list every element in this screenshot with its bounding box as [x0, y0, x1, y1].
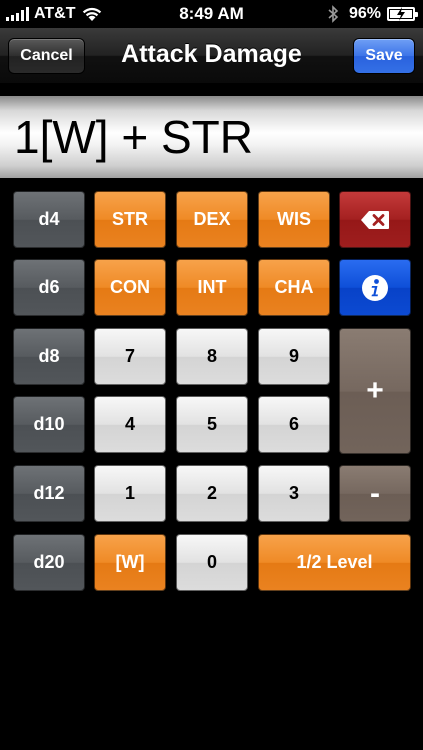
- digit-8-button[interactable]: 8: [176, 328, 248, 385]
- die-d4-button[interactable]: d4: [13, 191, 85, 248]
- minus-button[interactable]: -: [339, 465, 411, 522]
- die-d10-button[interactable]: d10: [13, 396, 85, 453]
- backspace-button[interactable]: [339, 191, 411, 248]
- die-d20-button[interactable]: d20: [13, 534, 85, 591]
- stat-dex-button[interactable]: DEX: [176, 191, 248, 248]
- stat-str-button[interactable]: STR: [94, 191, 166, 248]
- digit-4-button[interactable]: 4: [94, 396, 166, 453]
- backspace-icon: [361, 210, 389, 229]
- status-bar: AT&T 8:49 AM 96%: [0, 0, 423, 28]
- digit-2-button[interactable]: 2: [176, 465, 248, 522]
- battery-icon: [387, 7, 418, 21]
- digit-6-button[interactable]: 6: [258, 396, 330, 453]
- expression-display: 1[W] + STR: [0, 96, 423, 178]
- plus-button[interactable]: +: [339, 328, 411, 454]
- stat-con-button[interactable]: CON: [94, 259, 166, 316]
- digit-5-button[interactable]: 5: [176, 396, 248, 453]
- digit-7-button[interactable]: 7: [94, 328, 166, 385]
- battery-percent: 96%: [348, 5, 381, 22]
- info-button[interactable]: [339, 259, 411, 316]
- expression-text: 1[W] + STR: [14, 111, 253, 163]
- bluetooth-icon: [328, 5, 339, 23]
- status-right: 96%: [327, 4, 418, 24]
- stat-wis-button[interactable]: WIS: [258, 191, 330, 248]
- digit-3-button[interactable]: 3: [258, 465, 330, 522]
- die-d6-button[interactable]: d6: [13, 259, 85, 316]
- stat-int-button[interactable]: INT: [176, 259, 248, 316]
- digit-9-button[interactable]: 9: [258, 328, 330, 385]
- weapon-button[interactable]: [W]: [94, 534, 166, 591]
- info-icon: [362, 274, 388, 301]
- save-button[interactable]: Save: [353, 38, 415, 74]
- navigation-bar: Cancel Attack Damage Save: [0, 28, 423, 84]
- digit-0-button[interactable]: 0: [176, 534, 248, 591]
- die-d12-button[interactable]: d12: [13, 465, 85, 522]
- die-d8-button[interactable]: d8: [13, 328, 85, 385]
- half-level-button[interactable]: 1/2 Level: [258, 534, 411, 591]
- stat-cha-button[interactable]: CHA: [258, 259, 330, 316]
- digit-1-button[interactable]: 1: [94, 465, 166, 522]
